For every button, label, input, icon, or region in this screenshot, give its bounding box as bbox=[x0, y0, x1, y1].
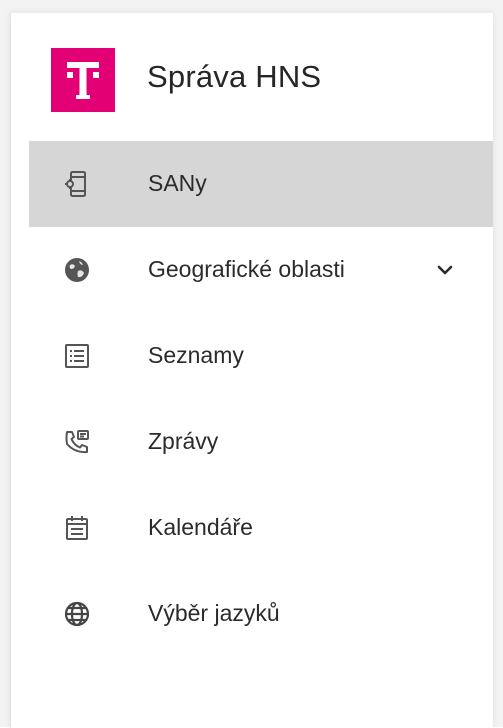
telekom-logo-icon bbox=[51, 48, 115, 112]
chevron-down-icon[interactable] bbox=[435, 260, 455, 280]
nav-item-label: Výběr jazyků bbox=[148, 600, 280, 626]
nav-item-seznamy[interactable]: Seznamy bbox=[29, 313, 493, 399]
nav-item-zpravy[interactable]: Zprávy bbox=[29, 399, 493, 485]
nav-menu: SANy Geografické oblasti Seznamy Zprávy … bbox=[29, 141, 493, 657]
phone-message-icon bbox=[63, 428, 91, 456]
nav-item-label: Geografické oblasti bbox=[148, 256, 345, 282]
app-title: Správa HNS bbox=[147, 59, 322, 94]
drawer-header: Správa HNS bbox=[11, 13, 493, 141]
nav-item-label: Zprávy bbox=[148, 428, 219, 454]
nav-item-label: Seznamy bbox=[148, 342, 244, 368]
nav-item-sany[interactable]: SANy bbox=[29, 141, 493, 227]
globe-icon bbox=[63, 256, 91, 284]
language-globe-icon bbox=[63, 600, 91, 628]
calendar-icon bbox=[63, 514, 91, 542]
app-window: Správa HNS SANy Geografické oblasti Sezn… bbox=[0, 0, 503, 728]
nav-item-kalendare[interactable]: Kalendáře bbox=[29, 485, 493, 571]
nav-item-vyber-jazyku[interactable]: Výběr jazyků bbox=[29, 571, 493, 657]
nav-item-geograficke-oblasti[interactable]: Geografické oblasti bbox=[29, 227, 493, 313]
navigation-drawer: Správa HNS SANy Geografické oblasti Sezn… bbox=[10, 12, 493, 728]
list-icon bbox=[63, 342, 91, 370]
nav-item-label: Kalendáře bbox=[148, 514, 253, 540]
device-settings-icon bbox=[63, 170, 91, 198]
nav-item-label: SANy bbox=[148, 170, 207, 196]
